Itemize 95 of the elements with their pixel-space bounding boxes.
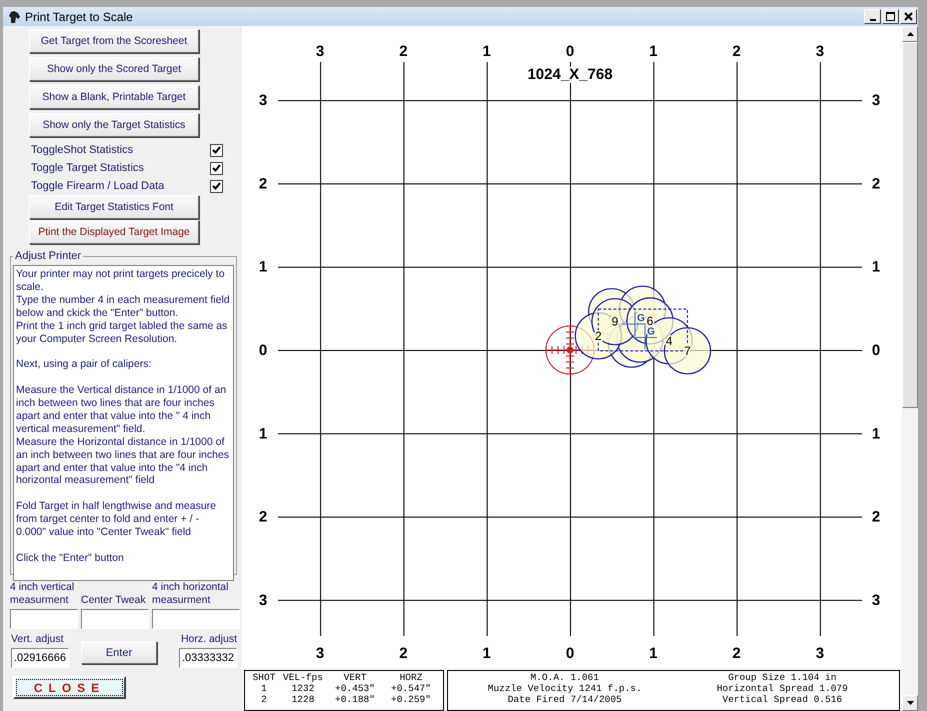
toggle-checkbox[interactable]: [210, 162, 223, 174]
table-cell-text: 1: [260, 683, 268, 694]
toggle-checkbox[interactable]: [210, 144, 223, 156]
scroll-down-button[interactable]: [902, 695, 918, 711]
column-header: SHOT: [252, 672, 276, 683]
axis-label: 0: [566, 43, 574, 60]
window-title: Print Target to Scale: [25, 10, 133, 24]
axis-label: 1: [872, 258, 880, 276]
instruction-text: Click the "Enter" button: [16, 552, 125, 565]
axis-label: 3: [316, 43, 324, 60]
minimize-button[interactable]: [864, 9, 881, 24]
statistic-text: Muzzle Velocity 1241 f.p.s.: [486, 683, 643, 694]
axis-label: 1: [482, 645, 491, 662]
instruction-text: Fold Target in half lengthwise and measure from target center to fold and enter + / - 0.000" value into "Center Tweak" field: [16, 500, 218, 539]
check-icon: [212, 182, 221, 190]
command-button[interactable]: Show a Blank, Printable Target: [29, 85, 199, 109]
maximize-button[interactable]: [882, 9, 899, 24]
statistic-text: Date Fired 7/14/2005: [506, 694, 623, 705]
axis-label: 0: [566, 645, 574, 662]
axis-label: 2: [399, 43, 408, 60]
instruction-text: Your printer may not print targets precicely to scale.: [16, 268, 226, 294]
axis-label: 0: [872, 342, 880, 359]
axis-label: 1: [649, 43, 658, 60]
axis-label: 1: [482, 43, 491, 60]
statistic-text: M.O.A. 1.061: [530, 672, 600, 683]
enter-button[interactable]: Enter: [81, 641, 157, 664]
field-label: 4 inch vertical measurment: [10, 581, 76, 607]
field-label: 4 inch horizontal measurment: [152, 581, 230, 607]
table-cell-text: +0.188": [334, 694, 376, 705]
table-cell-text: 2: [260, 694, 268, 705]
instruction-text: Next, using a pair of calipers:: [16, 358, 152, 372]
instruction-text: Measure the Vertical distance in 1/1000 of an inch between two lines that are four inches apart and enter that value into the " 4 inch vertical measurement" field.: [16, 384, 228, 436]
column-header: VERT: [342, 672, 368, 683]
statistic-text: Group Size 1.104 in: [727, 672, 838, 683]
axis-label: 2: [258, 175, 268, 192]
scroll-up-button[interactable]: [902, 26, 918, 42]
statistic-text: Vertical Spread 0.516: [721, 694, 844, 705]
toggle-label: Toggle Firearm / Load Data: [31, 180, 164, 192]
field-label: Horz. adjust: [180, 633, 237, 646]
table-cell-text: 1232: [290, 683, 316, 694]
axis-label: 3: [872, 592, 880, 609]
input-field[interactable]: .03333332: [179, 648, 237, 668]
table-cell-text: +0.453": [334, 683, 376, 694]
axis-label: 2: [732, 645, 741, 662]
axis-label: 3: [258, 592, 268, 609]
axis-label: 2: [732, 43, 741, 60]
scroll-thumb[interactable]: [902, 42, 918, 408]
down-arrow-icon: [906, 701, 914, 705]
input-field[interactable]: [152, 609, 240, 629]
column-header: HORZ: [398, 672, 424, 683]
close-button[interactable]: [900, 9, 917, 24]
field-label: Vert. adjust: [11, 633, 65, 646]
scroll-bar[interactable]: [902, 26, 918, 711]
close-button[interactable]: CLOSE: [13, 676, 126, 699]
minimize-icon: [870, 18, 876, 20]
axis-label: 3: [816, 645, 824, 662]
command-button[interactable]: Show only the Scored Target: [29, 57, 199, 81]
group-title: Adjust Printer: [14, 251, 82, 262]
table-cell-text: 1228: [290, 694, 316, 705]
command-button[interactable]: Show only the Target Statistics: [29, 113, 199, 137]
axis-label: 3: [872, 92, 880, 110]
toggle-label: ToggleShot Statistics: [31, 144, 134, 156]
column-header: VEL-fps: [282, 672, 324, 683]
axis-label: 1: [649, 645, 658, 662]
maximize-icon: [886, 12, 895, 21]
axis-label: 0: [258, 342, 268, 359]
axis-label: 1: [872, 425, 880, 442]
command-button[interactable]: Get Target from the Scoresheet: [29, 29, 199, 53]
axis-label: 3: [258, 92, 268, 110]
check-icon: [212, 164, 221, 172]
command-button[interactable]: Edit Target Statistics Font: [29, 195, 199, 219]
axis-label: 3: [816, 43, 824, 60]
command-button[interactable]: Ptint the Displayed Target Image: [29, 220, 199, 244]
statistic-text: Horizontal Spread 1.079: [716, 683, 849, 694]
field-label: Center Tweak: [81, 594, 147, 607]
instruction-text: Print the 1 inch grid target labled the same as your Computer Screen Resolution.: [16, 320, 228, 346]
axis-label: 1: [258, 425, 268, 442]
table-cell-text: +0.259": [390, 694, 432, 705]
close-icon: [904, 12, 913, 21]
check-icon: [212, 146, 221, 154]
table-cell-text: +0.547": [390, 683, 432, 694]
axis-label: 2: [258, 508, 268, 526]
up-arrow-icon: [906, 32, 914, 36]
axis-label: 2: [872, 508, 880, 526]
input-field[interactable]: .02916666: [11, 648, 69, 668]
axis-label: 2: [399, 645, 408, 662]
axis-label: 1: [258, 258, 268, 276]
toggle-label: Toggle Target Statistics: [31, 162, 144, 174]
instruction-text: Type the number 4 in each measurement field below and ckick the "Enter" button.: [16, 294, 231, 320]
axis-label: 2: [872, 175, 880, 192]
input-field[interactable]: [10, 609, 78, 629]
input-field[interactable]: [81, 609, 149, 629]
axis-label: 3: [316, 645, 324, 662]
toggle-checkbox[interactable]: [210, 180, 223, 192]
instruction-text: Measure the Horizontal distance in 1/1000 of an inch between two lines that are four inches apart and enter that value into the "4 inch horizontal measurement" field: [16, 436, 230, 488]
